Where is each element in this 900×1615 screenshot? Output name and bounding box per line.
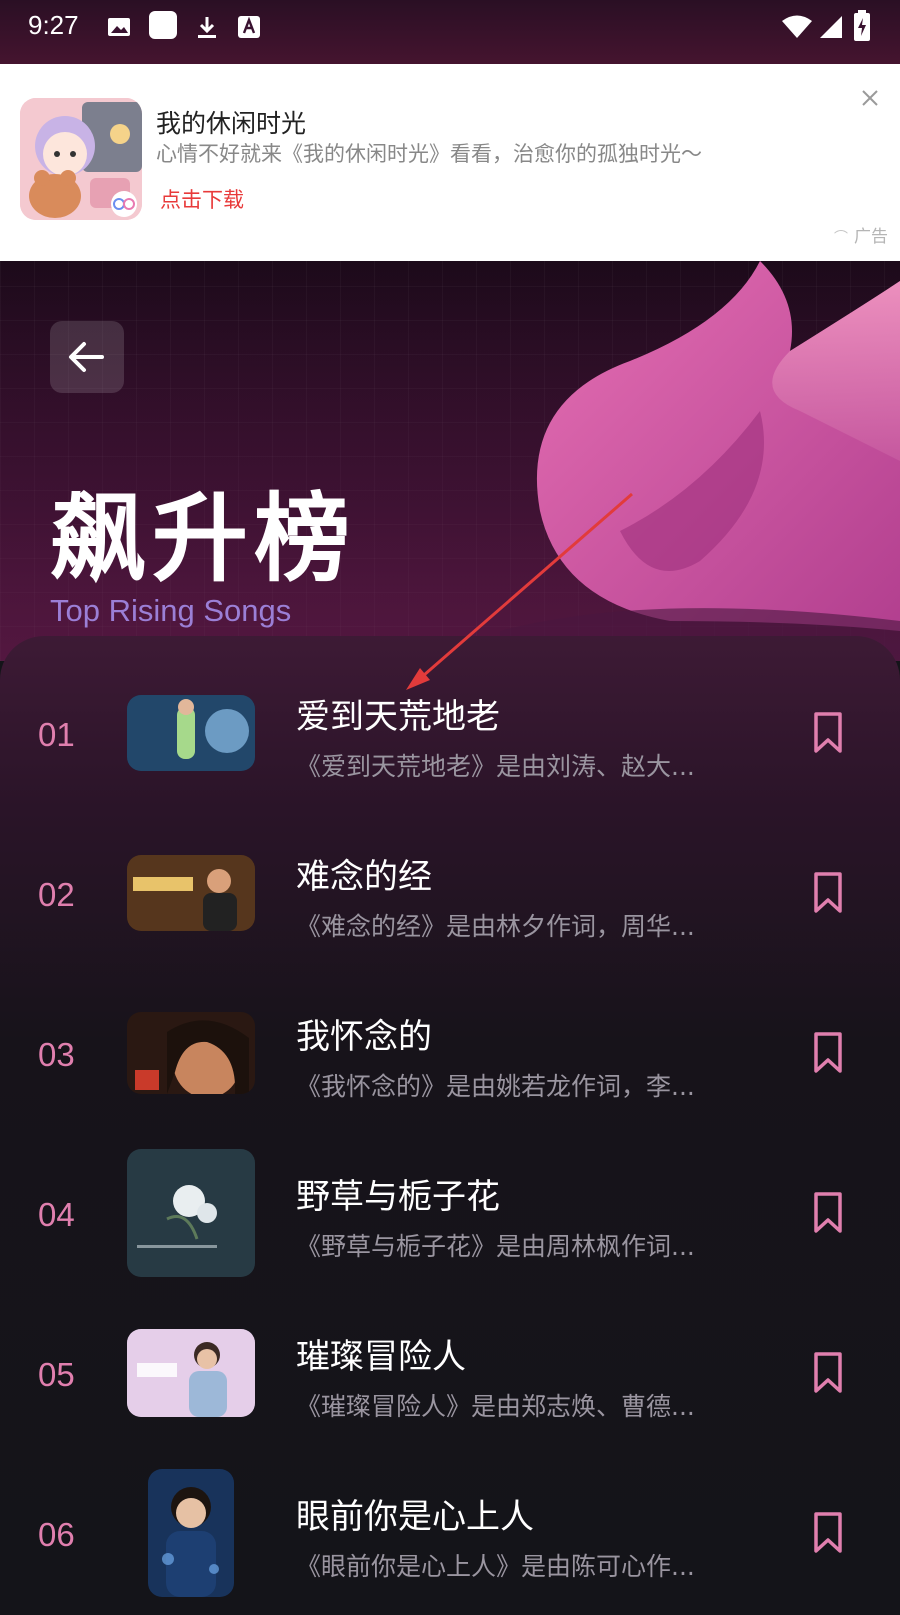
page-subtitle: Top Rising Songs [50,593,292,628]
song-rank: 01 [38,716,75,753]
song-cover[interactable] [127,1329,255,1417]
song-rank: 04 [38,1196,75,1233]
song-cover[interactable] [148,1469,234,1597]
bookmark-icon[interactable] [812,1191,844,1235]
song-rank: 06 [38,1516,75,1553]
song-description: 《难念的经》是由林夕作词，周华... [296,912,695,941]
song-cover[interactable] [127,855,255,931]
song-description: 《爱到天荒地老》是由刘涛、赵大... [296,752,695,781]
cover-art [127,1012,255,1094]
song-title[interactable]: 璀璨冒险人 [296,1329,466,1378]
ad-download-link[interactable]: 点击下载 [160,184,244,214]
song-row-3[interactable]: 03 我怀念的 《我怀念的》是由姚若龙作词，李... [0,975,900,1135]
ad-description: 心情不好就来《我的休闲时光》看看，治愈你的孤独时光～ [156,142,702,166]
arrow-left-icon [69,342,104,372]
image-icon [108,18,130,36]
close-icon[interactable] [858,86,882,110]
download-icon [198,17,216,38]
song-title[interactable]: 眼前你是心上人 [296,1489,534,1538]
song-rank: 02 [38,876,75,913]
font-icon [238,16,260,38]
back-button[interactable] [50,321,124,393]
song-description: 《野草与栀子花》是由周林枫作词... [296,1232,695,1261]
bookmark-icon[interactable] [812,1031,844,1075]
song-row-5[interactable]: 05 璀璨冒险人 《璀璨冒险人》是由郑志焕、曹德... [0,1295,900,1455]
status-time: 9:27 [28,10,79,40]
cover-art [127,855,255,931]
battery-icon [854,10,870,41]
bookmark-icon[interactable] [812,1351,844,1395]
ad-label: ⌒ 广告 [834,222,888,247]
ad-source-icon: ⌒ [834,230,848,246]
cover-art [148,1469,234,1597]
ad-title[interactable]: 我的休闲时光 [156,104,306,140]
cover-art [127,1149,255,1277]
song-row-1[interactable]: 01 爱到天荒地老 《爱到天荒地老》是由刘涛、赵大... [0,655,900,815]
bookmark-icon[interactable] [812,871,844,915]
header-banner: 飙升榜 Top Rising Songs [0,261,900,661]
song-title[interactable]: 我怀念的 [296,1009,432,1058]
cover-art [127,695,255,771]
song-row-6[interactable]: 06 眼前你是心上人 《眼前你是心上人》是由陈可心作... [0,1455,900,1615]
song-row-2[interactable]: 02 难念的经 《难念的经》是由林夕作词，周华... [0,815,900,975]
app-square-icon [149,11,177,39]
song-title[interactable]: 野草与栀子花 [296,1169,500,1218]
ad-app-thumbnail[interactable] [20,98,142,220]
song-description: 《眼前你是心上人》是由陈可心作... [296,1552,695,1581]
wifi-icon [782,15,812,38]
song-cover[interactable] [127,695,255,771]
status-bar: 9:27 [0,0,900,64]
song-rank: 03 [38,1036,75,1073]
song-cover[interactable] [127,1149,255,1277]
ad-banner[interactable]: 我的休闲时光 心情不好就来《我的休闲时光》看看，治愈你的孤独时光～ 点击下载 ⌒… [0,64,900,261]
page-title: 飙升榜 [50,483,356,595]
decorative-flame-art [500,261,900,661]
cover-art [127,1329,255,1417]
ad-label-text: 广告 [854,227,888,247]
song-cover[interactable] [127,1012,255,1094]
bookmark-icon[interactable] [812,1511,844,1555]
song-description: 《我怀念的》是由姚若龙作词，李... [296,1072,695,1101]
bookmark-icon[interactable] [812,711,844,755]
song-description: 《璀璨冒险人》是由郑志焕、曹德... [296,1392,695,1421]
signal-icon [820,16,842,38]
song-title[interactable]: 爱到天荒地老 [296,689,500,738]
song-rank: 05 [38,1356,75,1393]
ad-illustration [20,98,142,220]
song-title[interactable]: 难念的经 [296,849,432,898]
song-row-4[interactable]: 04 野草与栀子花 《野草与栀子花》是由周林枫作词... [0,1135,900,1295]
